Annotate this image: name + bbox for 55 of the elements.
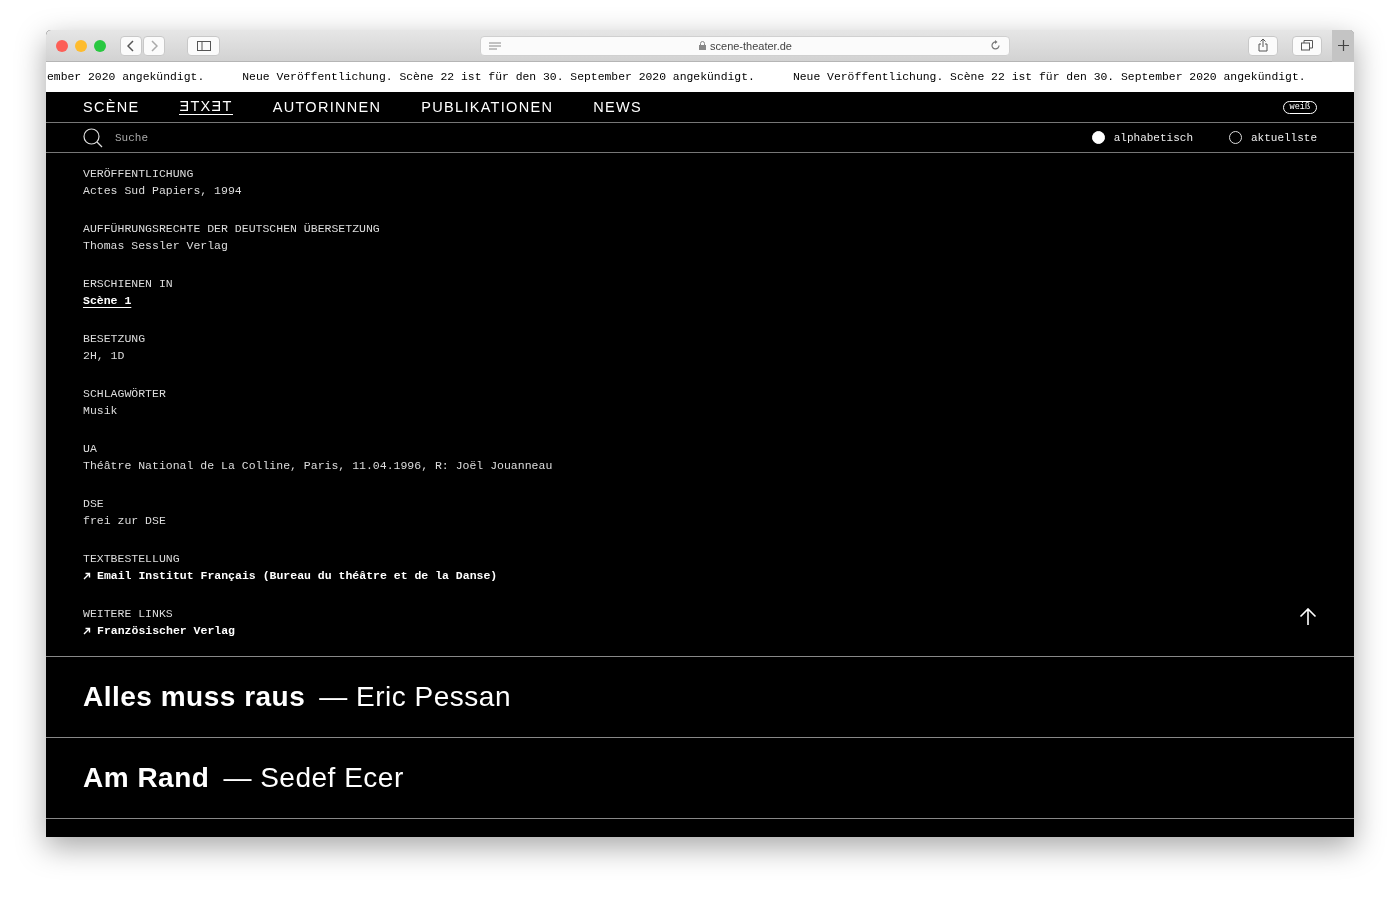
- external-link[interactable]: Französischer Verlag: [97, 622, 236, 639]
- search-field[interactable]: Suche: [113, 130, 317, 145]
- detail-label: WEITERE LINKS: [83, 606, 173, 622]
- sidebar-icon: [196, 40, 211, 51]
- detail-label: AUFFÜHRUNGSRECHTE DER DEUTSCHEN ÜBERSETZUNG: [83, 221, 380, 237]
- nav-link[interactable]: ƎTXƎT: [179, 99, 233, 115]
- tabs-button[interactable]: [1292, 35, 1322, 56]
- nav-link[interactable]: NEWS: [593, 99, 642, 115]
- address-bar[interactable]: scene-theater.de: [480, 35, 1010, 56]
- nav-link[interactable]: SCÈNE: [83, 99, 140, 115]
- play-author[interactable]: — Eric Pessan: [319, 681, 511, 713]
- detail-value: frei zur DSE: [83, 513, 166, 529]
- sort-radio[interactable]: alphabetisch: [1091, 131, 1193, 144]
- detail-value: Actes Sud Papiers, 1994: [83, 183, 242, 199]
- nav-link[interactable]: AUTORINNEN: [272, 99, 382, 115]
- detail-value: Théâtre National de La Colline, Paris, 11.04.1996, R: Joël Jouanneau: [83, 458, 553, 474]
- detail-label: DSE: [83, 496, 104, 512]
- detail-label: TEXTBESTELLUNG: [83, 551, 180, 567]
- play-author[interactable]: — Sedef Ecer: [223, 762, 404, 794]
- arrow-up-icon: [1299, 608, 1317, 626]
- ticker-text: ember 2020 angekündigt.: [47, 71, 205, 83]
- ticker-text: Neue Veröffentlichung. Scène 22 ist für den 30. September 2020 angekündigt.: [792, 71, 1306, 83]
- share-icon: [1258, 39, 1268, 52]
- publication-link[interactable]: Scène 1: [83, 292, 132, 309]
- reload-icon[interactable]: [990, 40, 1001, 51]
- detail-value: 2H, 1D: [83, 348, 125, 364]
- scroll-to-top-button[interactable]: [1299, 608, 1317, 626]
- chevron-right-icon: [150, 39, 158, 52]
- share-button[interactable]: [1248, 35, 1278, 56]
- detail-value: Thomas Sessler Verlag: [83, 238, 228, 254]
- detail-label: VERÖFFENTLICHUNG: [83, 166, 194, 182]
- search-icon: [83, 127, 103, 148]
- external-arrow-icon: [83, 571, 91, 580]
- detail-value: Musik: [83, 403, 118, 419]
- close-button[interactable]: [56, 39, 68, 52]
- ticker-text: Neue Veröffentlichung. Scène 22 ist für den 30. September 2020 angekündigt.: [242, 71, 755, 83]
- detail-label: SCHLAGWÖRTER: [83, 386, 166, 402]
- play-title[interactable]: Alles muss raus: [83, 681, 306, 713]
- back-button[interactable]: [120, 35, 142, 56]
- detail-label: ERSCHIENEN IN: [83, 276, 173, 292]
- play-title[interactable]: Am Rand: [83, 762, 210, 794]
- detail-label: UA: [83, 441, 97, 457]
- new-tab-button[interactable]: [1332, 30, 1354, 62]
- external-arrow-icon: [83, 626, 91, 635]
- external-link[interactable]: Email Institut Français (Bureau du théâtre et de la Danse): [97, 567, 498, 584]
- url-text: scene-theater.de: [710, 39, 792, 52]
- plus-icon: [1337, 40, 1349, 51]
- tabs-icon: [1301, 40, 1313, 51]
- sidebar-button[interactable]: [187, 35, 220, 56]
- sort-radio[interactable]: aktuellste: [1229, 131, 1317, 144]
- lock-icon: [699, 41, 706, 50]
- reader-icon: [489, 41, 501, 50]
- detail-label: BESETZUNG: [83, 331, 146, 347]
- nav-link[interactable]: PUBLIKATIONEN: [421, 99, 554, 115]
- chevron-left-icon: [127, 39, 135, 52]
